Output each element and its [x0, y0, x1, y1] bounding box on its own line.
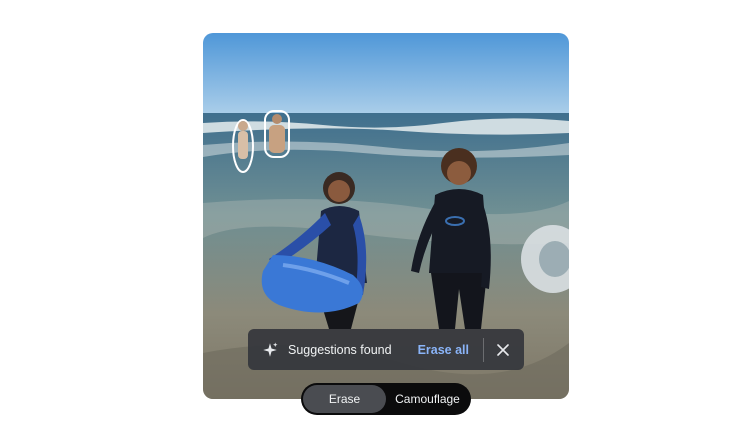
suggestions-toast: Suggestions found Erase all [248, 329, 524, 370]
close-icon [497, 343, 509, 356]
close-button[interactable] [490, 337, 516, 363]
toast-divider [483, 337, 484, 362]
sparkle-icon [260, 340, 280, 360]
toast-message: Suggestions found [288, 342, 392, 357]
erase-mode-button[interactable]: Erase [303, 385, 386, 413]
camouflage-mode-button[interactable]: Camouflage [386, 385, 469, 413]
erase-all-button[interactable]: Erase all [412, 343, 475, 357]
mode-switch: Erase Camouflage [301, 383, 471, 415]
